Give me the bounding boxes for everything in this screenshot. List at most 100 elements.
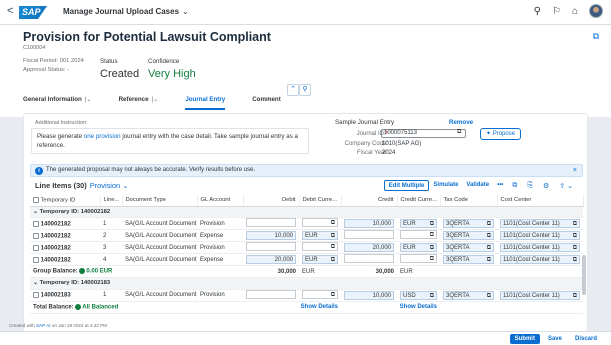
table-row[interactable]: 140002182 1 SA(G/L Account Document) Provis…	[30, 217, 583, 231]
credit-cell-input[interactable]: 10,000	[344, 219, 394, 229]
debit-currency-cell-input[interactable]: ⧉	[302, 289, 338, 299]
credit-currency-cell-input[interactable]: ⧉	[400, 230, 437, 240]
credit-cell-input[interactable]	[344, 254, 394, 264]
instruction-textarea[interactable]: Please generate one provision journal en…	[31, 128, 309, 154]
debit-cell-input[interactable]	[246, 289, 296, 299]
show-details-debit-link[interactable]: Show Details	[301, 304, 338, 310]
credit-currency-cell-input[interactable]: EUR ⧉	[400, 243, 437, 253]
save-button[interactable]: Save	[543, 334, 567, 344]
show-details-credit-link[interactable]: Show Details	[400, 304, 437, 310]
open-in-new-icon[interactable]: ⧉	[593, 31, 599, 42]
row-checkbox[interactable]	[33, 292, 39, 299]
row-checkbox[interactable]	[33, 220, 39, 227]
column-header[interactable]: Line...	[100, 195, 123, 207]
value-help-icon[interactable]: ⧉	[573, 292, 577, 300]
debit-cell-input[interactable]: 10,000	[246, 231, 296, 241]
table-row[interactable]: 140002182 4 SA(G/L Account Document) Expens…	[30, 253, 583, 267]
credit-currency-cell-input[interactable]: EUR ⧉	[400, 219, 437, 229]
credit-currency-cell-input[interactable]: ⧉	[400, 254, 437, 264]
value-help-icon[interactable]: ⧉	[457, 129, 461, 136]
column-header[interactable]: Credit	[341, 195, 398, 207]
debit-currency-cell-input[interactable]: EUR ⧉	[302, 231, 338, 241]
remove-link[interactable]: Remove	[449, 119, 473, 126]
export-icon[interactable]: ⇪ ⌄	[554, 182, 578, 190]
tax-code-cell-input[interactable]: 3QERTA ⧉	[443, 219, 494, 229]
copy-icon[interactable]: ⧉	[507, 182, 522, 190]
propose-button[interactable]: ✦ Propose	[480, 128, 522, 140]
submit-button[interactable]: Submit	[509, 334, 540, 344]
cost-center-cell-input[interactable]: 1101(Cost Center 11) ⧉	[500, 243, 580, 253]
value-help-icon[interactable]: ⧉	[573, 244, 577, 252]
credit-cell-input[interactable]: 10,000	[344, 290, 394, 300]
notifications-icon[interactable]: ⚐	[552, 6, 561, 17]
edit-multiple-button[interactable]: Edit Multiple	[383, 180, 430, 191]
column-header[interactable]: Credit Curre...	[397, 195, 441, 207]
more-icon[interactable]: •••	[493, 180, 507, 191]
credit-cell-input[interactable]	[344, 230, 394, 240]
column-header[interactable]: Debit Curre...	[299, 195, 342, 207]
value-help-icon[interactable]: ⧉	[430, 220, 434, 228]
debit-currency-cell-input[interactable]: ⧉	[302, 242, 338, 252]
debit-currency-cell-input[interactable]: EUR ⧉	[302, 255, 338, 265]
column-header[interactable]: Cost Center	[497, 195, 584, 207]
tab-general-information[interactable]: General Information |⌄	[23, 93, 101, 110]
value-help-icon[interactable]: ⧉	[331, 243, 335, 251]
column-header[interactable]: Debit	[243, 195, 300, 207]
discard-button[interactable]: Discard	[570, 334, 602, 344]
column-header[interactable]: GL Account	[197, 195, 244, 207]
row-checkbox[interactable]	[33, 244, 39, 251]
table-row[interactable]: 140002183 1 SA(G/L Account Document) Provis…	[30, 289, 583, 302]
variant-selector[interactable]: Provision ⌄	[90, 181, 129, 190]
settings-icon[interactable]: ⚙	[538, 182, 554, 190]
value-help-icon[interactable]: ⧉	[331, 232, 335, 240]
table-row[interactable]: 140002182 2 SA(G/L Account Document) Expens…	[30, 229, 583, 243]
value-help-icon[interactable]: ⧉	[487, 292, 491, 300]
value-help-icon[interactable]: ⧉	[487, 244, 491, 252]
value-help-icon[interactable]: ⧉	[430, 292, 434, 300]
tab-journal-entry[interactable]: Journal Entry	[185, 93, 234, 110]
tax-code-cell-input[interactable]: 3QERTA ⧉	[443, 243, 494, 253]
row-checkbox[interactable]	[33, 256, 39, 263]
cost-center-cell-input[interactable]: 1101(Cost Center 11) ⧉	[500, 231, 580, 241]
cost-center-cell-input[interactable]: 1101(Cost Center 11) ⧉	[500, 255, 580, 265]
column-header[interactable]: Tax Code	[440, 195, 498, 207]
group-header-row[interactable]: ⌄ Temporary ID: 140002183	[30, 277, 583, 290]
validate-button[interactable]: Validate	[462, 180, 493, 191]
help-icon[interactable]: ⌂	[572, 6, 578, 17]
table-row[interactable]: 140002182 3 SA(G/L Account Document) Provis…	[30, 241, 583, 255]
credit-currency-cell-input[interactable]: USD ⧉	[400, 290, 437, 300]
value-help-icon[interactable]: ⧉	[331, 256, 335, 264]
value-help-icon[interactable]: ⧉	[331, 219, 335, 227]
column-header[interactable]: Temporary ID	[30, 195, 101, 207]
debit-cell-input[interactable]: 20,000	[246, 255, 296, 265]
table-scrollbar[interactable]	[582, 255, 586, 295]
column-header[interactable]: Document Type	[122, 195, 198, 207]
journal-id-input[interactable]: 1000075113	[381, 129, 466, 138]
created-link[interactable]: SAP AI	[36, 323, 50, 328]
credit-cell-input[interactable]: 20,000	[344, 243, 394, 253]
value-help-icon[interactable]: ⧉	[331, 291, 335, 299]
cost-center-cell-input[interactable]: 1101(Cost Center 11) ⧉	[500, 290, 580, 300]
avatar[interactable]	[589, 4, 603, 18]
simulate-button[interactable]: Simulate	[429, 180, 462, 191]
group-header-row[interactable]: ⌄ Temporary ID: 140002182	[30, 206, 583, 219]
back-button[interactable]: <	[7, 5, 13, 17]
tax-code-cell-input[interactable]: 3QERTA ⧉	[443, 255, 494, 265]
row-checkbox[interactable]	[33, 232, 39, 239]
close-icon[interactable]: ×	[573, 165, 577, 176]
value-help-icon[interactable]: ⧉	[430, 244, 434, 252]
value-help-icon[interactable]: ⧉	[487, 220, 491, 228]
sap-logo[interactable]: SAP	[19, 6, 47, 19]
select-all-checkbox[interactable]	[33, 196, 39, 203]
tax-code-cell-input[interactable]: 3QERTA ⧉	[443, 231, 494, 241]
paste-icon[interactable]: ⎘	[522, 182, 538, 190]
app-title-menu[interactable]: Manage Journal Upload Cases ⌄	[63, 7, 189, 16]
value-help-icon[interactable]: ⧉	[573, 220, 577, 228]
chevron-down-icon[interactable]: ⌄	[33, 209, 40, 215]
value-help-icon[interactable]: ⧉	[430, 255, 434, 263]
search-icon[interactable]: ⚲	[534, 6, 541, 17]
debit-cell-input[interactable]	[246, 242, 296, 252]
chevron-down-icon[interactable]: ⌄	[33, 280, 40, 286]
value-help-icon[interactable]: ⧉	[573, 232, 577, 240]
debit-currency-cell-input[interactable]: ⧉	[302, 218, 338, 228]
